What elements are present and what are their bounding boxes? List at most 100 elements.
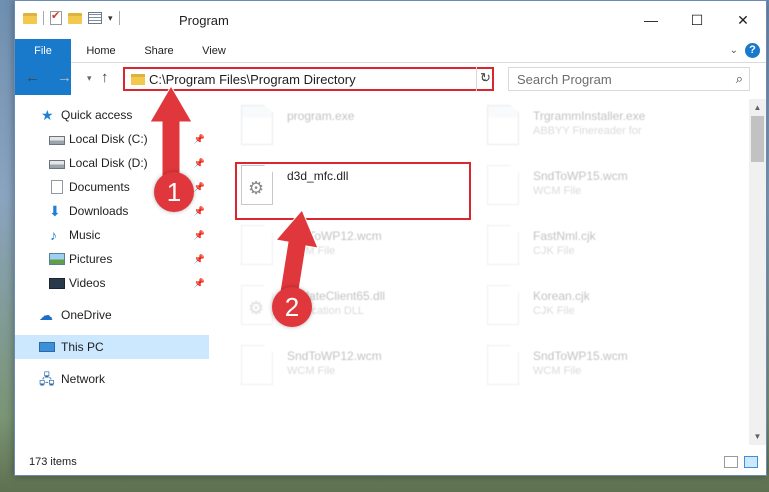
file-icon [487,345,519,385]
forward-arrow-icon[interactable]: → [57,69,72,86]
status-bar: 173 items [15,451,766,475]
pin-icon[interactable]: 📌 [194,182,205,193]
music-icon: ♪ [50,227,57,243]
refresh-icon[interactable]: ↻ [476,67,494,91]
back-arrow-icon[interactable]: ← [25,69,40,86]
help-icon[interactable]: ? [745,43,760,58]
exe-file-icon [241,105,273,145]
file-list: program.exe TrgrammInstaller.exe ABBYY F… [223,99,745,443]
properties-check-icon[interactable] [50,9,62,25]
address-bar[interactable]: C:\Program Files\Program Directory ⌄ [123,67,494,91]
file-item[interactable]: FastNml.cjk CJK File [481,219,719,275]
navigation-bar: ← → ▾ ↑ C:\Program Files\Program Directo… [15,63,766,95]
file-name: TrgrammInstaller.exe [533,109,646,123]
pin-icon[interactable]: 📌 [194,254,205,265]
file-name: Korean.cjk [533,289,590,303]
tab-view[interactable]: View [199,39,229,63]
step-1-badge: 1 [154,172,194,212]
sidebar-item-quick-access[interactable]: ★ Quick access [15,103,209,127]
search-icon[interactable]: ⌕ [736,71,743,87]
star-icon: ★ [41,107,54,123]
dll-file-icon [241,285,273,325]
minimize-button[interactable]: — [628,1,674,39]
scroll-up-icon[interactable]: ▲ [749,99,766,116]
pin-icon[interactable]: 📌 [194,134,205,145]
network-icon: 🖧 [39,371,55,387]
sidebar-item-label: Local Disk (C:) [69,132,148,146]
file-type: CJK File [533,305,575,317]
scroll-down-icon[interactable]: ▼ [749,428,766,445]
file-icon [487,225,519,265]
file-item[interactable]: TrgrammInstaller.exe ABBYY Finereader fo… [481,99,719,155]
customize-toolbar-dropdown-icon[interactable]: ▾ [108,13,113,24]
properties-icon[interactable] [88,12,102,24]
file-item[interactable]: Korean.cjk CJK File [481,279,719,335]
window-title: Program [179,13,229,28]
file-item[interactable]: SndToWP15.wcm WCM File [481,159,719,215]
file-name: SndToWP15.wcm [533,349,628,363]
file-item-d3d-mfc-dll[interactable]: d3d_mfc.dll [235,159,473,215]
tab-share[interactable]: Share [139,39,179,63]
pictures-icon [49,253,65,265]
sidebar-item-network[interactable]: 🖧 Network [15,367,209,391]
file-name: program.exe [287,109,355,123]
file-item[interactable]: SndToWP15.wcm WCM File [481,339,719,395]
file-item[interactable]: SndToWP12.wcm WCM File [235,219,473,275]
videos-icon [49,277,65,289]
file-type: WCM File [533,365,582,377]
file-name: SndToWP15.wcm [533,169,628,183]
tab-home[interactable]: Home [83,39,119,63]
ribbon-tabs: File Home Share View ⌄ ? [15,39,766,95]
sidebar-item-label: Quick access [61,108,133,122]
file-item[interactable]: SndToWP12.wcm WCM File [235,339,473,395]
sidebar-item-local-disk-c[interactable]: Local Disk (C:) 📌 [15,127,209,151]
pin-icon[interactable]: 📌 [194,230,205,241]
large-icons-view-icon[interactable] [744,456,758,468]
up-arrow-icon[interactable]: ↑ [101,69,109,86]
chevron-down-icon[interactable]: ⌄ [730,45,738,56]
address-path[interactable]: C:\Program Files\Program Directory [149,72,356,87]
navigation-pane: ★ Quick access Local Disk (C:) 📌 Local D… [15,99,209,443]
view-toggle [724,456,758,468]
sidebar-item-label: OneDrive [61,308,112,322]
sidebar-item-label: Downloads [69,204,129,218]
file-item[interactable]: UpdateClient65.dll Application DLL [235,279,473,335]
file-item[interactable]: program.exe [235,99,473,155]
sidebar-item-onedrive[interactable]: ☁ OneDrive [15,303,209,327]
new-folder-icon[interactable] [68,12,82,24]
sidebar-item-label: Local Disk (D:) [69,156,148,170]
pin-icon[interactable]: 📌 [194,158,205,169]
file-type: WCM File [287,365,336,377]
toolbar-divider [118,11,120,25]
search-placeholder: Search Program [517,72,612,87]
quick-access-toolbar: ▾ [23,9,120,25]
file-type: CJK File [533,245,575,257]
details-view-icon[interactable] [724,456,738,468]
sidebar-item-this-pc[interactable]: This PC [15,335,209,359]
close-button[interactable]: ✕ [720,1,766,39]
vertical-scrollbar[interactable]: ▲ ▼ [749,99,766,445]
search-input[interactable]: Search Program ⌕ [508,67,750,91]
file-icon [241,225,273,265]
file-name: d3d_mfc.dll [287,169,349,183]
sidebar-item-local-disk-d[interactable]: Local Disk (D:) 📌 [15,151,209,175]
sidebar-item-videos[interactable]: Videos 📌 [15,271,209,295]
pin-icon[interactable]: 📌 [194,278,205,289]
file-type: WCM File [287,245,336,257]
sidebar-item-label: Music [69,228,101,242]
disk-icon [49,135,65,145]
disk-icon [49,159,65,169]
title-bar: ▾ Program — ☐ ✕ [15,1,766,39]
toolbar-divider [43,11,44,25]
pin-icon[interactable]: 📌 [194,206,205,217]
maximize-button[interactable]: ☐ [674,1,720,39]
dll-file-icon [241,165,273,205]
recent-locations-dropdown-icon[interactable]: ▾ [87,73,92,84]
sidebar-item-music[interactable]: ♪ Music 📌 [15,223,209,247]
sidebar-item-pictures[interactable]: Pictures 📌 [15,247,209,271]
file-name: SndToWP12.wcm [287,349,382,363]
file-type: WCM File [533,185,582,197]
scrollbar-thumb[interactable] [751,116,764,162]
file-icon [487,165,519,205]
download-icon: ⬇ [49,203,61,219]
